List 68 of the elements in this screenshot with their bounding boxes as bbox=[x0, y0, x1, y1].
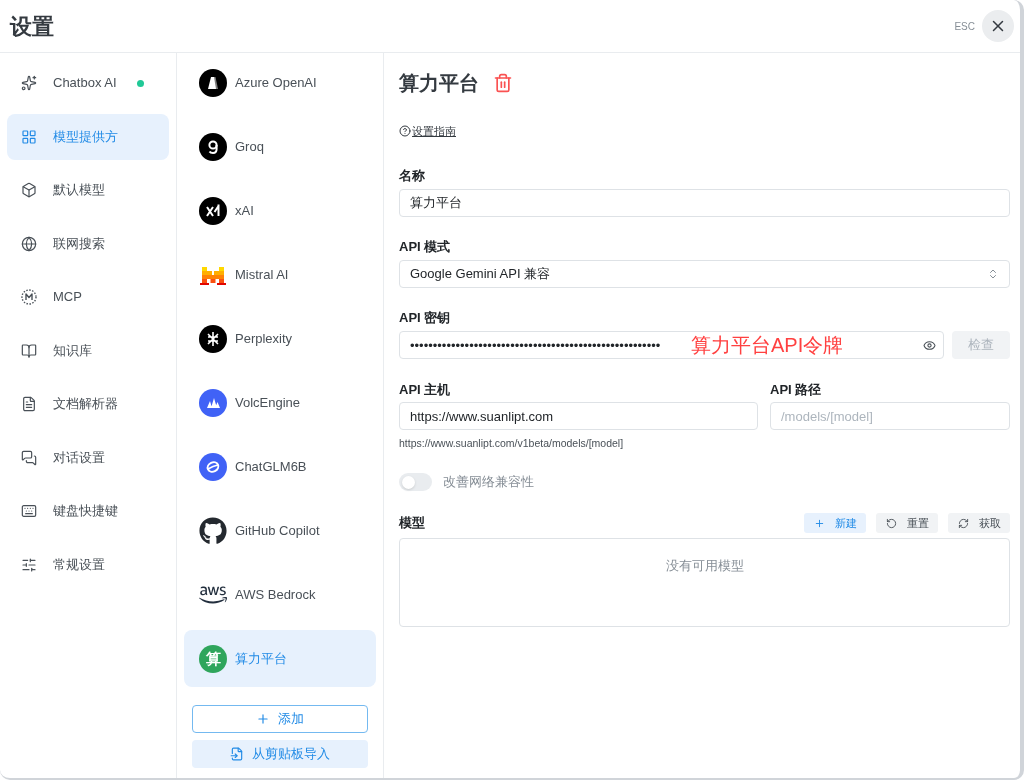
field-label: 名称 bbox=[399, 167, 426, 185]
reset-button[interactable]: 重置 bbox=[876, 513, 938, 533]
reset-icon bbox=[885, 517, 897, 529]
close-button[interactable] bbox=[982, 10, 1014, 42]
field-label: API 主机 bbox=[399, 381, 452, 399]
plus-icon bbox=[813, 517, 825, 529]
provider-item[interactable]: Groq bbox=[184, 118, 376, 175]
toggle-switch[interactable] bbox=[399, 473, 432, 491]
setup-guide-link[interactable]: 设置指南 bbox=[399, 124, 456, 138]
annotation-text: 算力平台API令牌 bbox=[691, 333, 844, 357]
document-icon bbox=[21, 396, 37, 412]
avatar-icon: 算 bbox=[199, 644, 227, 673]
fetch-button[interactable]: 获取 bbox=[948, 513, 1010, 533]
perplexity-logo-icon bbox=[199, 324, 227, 353]
groq-logo-icon bbox=[199, 132, 227, 161]
grid-icon bbox=[21, 128, 37, 145]
refresh-icon bbox=[957, 517, 969, 529]
help-icon bbox=[399, 125, 411, 137]
field-label: API 路径 bbox=[770, 381, 823, 399]
api-host-field[interactable]: https://www.suanlipt.com bbox=[399, 402, 758, 430]
github-logo-icon bbox=[199, 516, 227, 545]
sidebar-item[interactable]: Chatbox AI bbox=[7, 60, 169, 106]
empty-models-text: 没有可用模型 bbox=[665, 557, 744, 574]
provider-item[interactable]: AWS Bedrock bbox=[184, 566, 376, 623]
field-label: API 模式 bbox=[399, 238, 452, 256]
provider-item[interactable]: GitHub Copilot bbox=[184, 502, 376, 559]
name-field[interactable]: 算力平台 bbox=[399, 189, 1010, 217]
provider-item[interactable]: xAI bbox=[184, 182, 376, 239]
volcano-logo-icon bbox=[199, 388, 227, 417]
sidebar-item[interactable]: 对话设置 bbox=[7, 434, 169, 481]
cube-icon bbox=[21, 182, 37, 198]
sidebar-item[interactable]: MCP bbox=[7, 274, 169, 320]
esc-hint: ESC bbox=[954, 19, 975, 34]
toggle-label: 改善网络兼容性 bbox=[443, 473, 534, 492]
delete-icon[interactable] bbox=[493, 73, 513, 93]
field-label: API 密钥 bbox=[399, 309, 452, 327]
ring-logo-icon bbox=[199, 452, 227, 481]
file-import-icon bbox=[230, 747, 244, 761]
sidebar-item[interactable]: 键盘快捷键 bbox=[7, 488, 169, 534]
sparkles-icon bbox=[21, 75, 37, 91]
provider-title: 算力平台 bbox=[399, 71, 479, 96]
xai-logo-icon bbox=[199, 196, 227, 225]
sidebar-item[interactable]: 文档解析器 bbox=[7, 381, 169, 427]
keyboard-icon bbox=[21, 503, 37, 519]
sidebar-item[interactable]: 知识库 bbox=[7, 327, 169, 374]
chevron-up-down-icon bbox=[987, 268, 999, 280]
book-icon bbox=[21, 342, 37, 359]
sliders-icon bbox=[21, 556, 37, 573]
sidebar-item[interactable]: 常规设置 bbox=[7, 541, 169, 588]
provider-item[interactable]: Perplexity bbox=[184, 310, 376, 367]
window-title: 设置 bbox=[10, 12, 54, 41]
azure-logo-icon bbox=[199, 68, 227, 97]
add-provider-button[interactable]: 添加 bbox=[192, 705, 368, 733]
provider-item[interactable]: Azure OpenAI bbox=[184, 54, 376, 111]
provider-item[interactable]: VolcEngine bbox=[184, 374, 376, 431]
chat-bubbles-icon bbox=[21, 449, 37, 466]
provider-item[interactable]: Mistral AI bbox=[184, 246, 376, 303]
api-mode-select[interactable]: Google Gemini API 兼容 bbox=[399, 260, 1010, 288]
models-label: 模型 bbox=[399, 514, 425, 533]
globe-icon bbox=[21, 235, 37, 252]
api-path-field[interactable]: /models/[model] bbox=[770, 402, 1010, 430]
dotted-circle-icon bbox=[21, 289, 37, 305]
plus-icon bbox=[256, 712, 270, 726]
provider-item[interactable]: ChatGLM6B bbox=[184, 438, 376, 495]
endpoint-preview: https://www.suanlipt.com/v1beta/models/[model] bbox=[399, 436, 625, 450]
sidebar-item[interactable]: 默认模型 bbox=[7, 167, 169, 213]
eye-icon[interactable] bbox=[923, 338, 936, 352]
sidebar-item[interactable]: 联网搜索 bbox=[7, 220, 169, 267]
